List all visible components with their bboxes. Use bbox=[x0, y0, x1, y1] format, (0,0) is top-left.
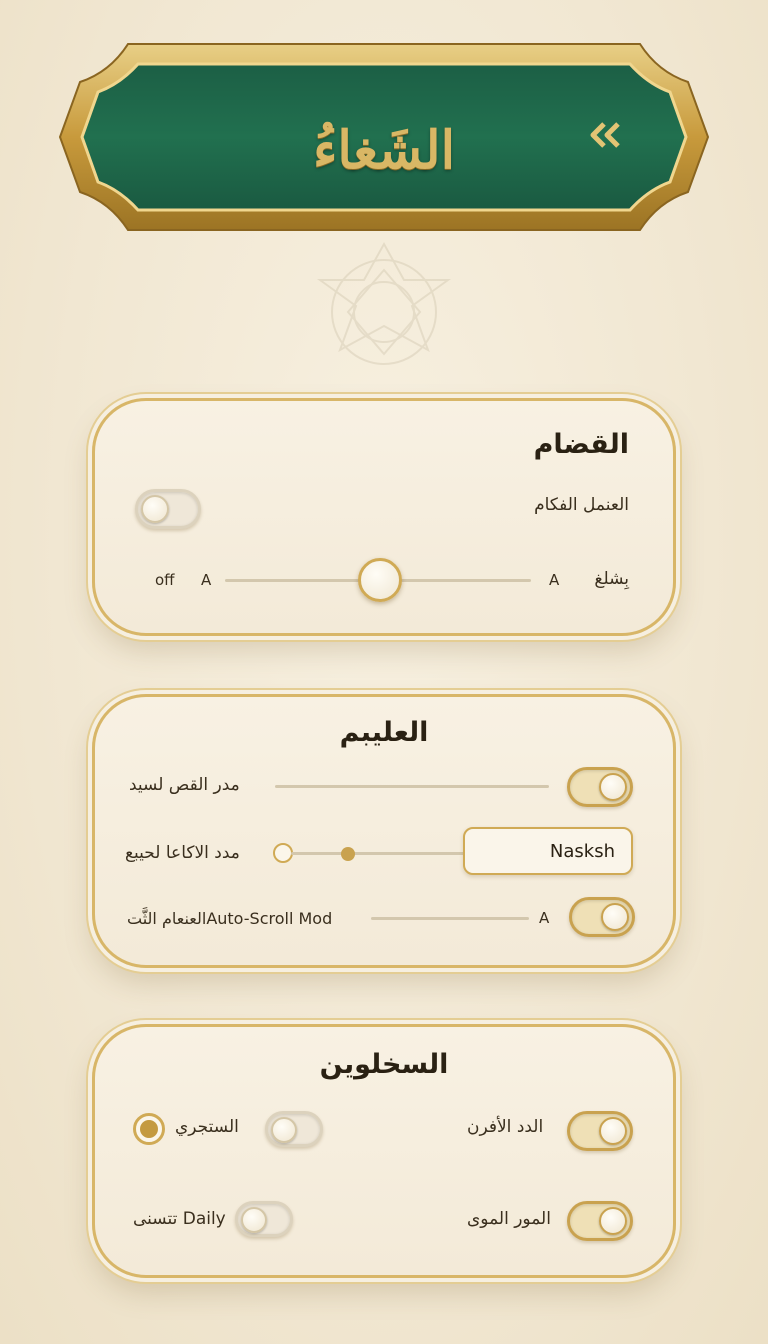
card-title: العليبم bbox=[339, 717, 429, 748]
toggle-knob bbox=[599, 1207, 627, 1235]
card-title: السخلوين bbox=[319, 1049, 449, 1080]
toggle-knob bbox=[271, 1117, 297, 1143]
row1-divider bbox=[275, 785, 549, 788]
card-display: القضام العنمل الفكام off A A بِشلغ bbox=[92, 398, 676, 636]
card-notifications: السخلوين الستجري الدد الأفرن تتسنى Daily… bbox=[92, 1024, 676, 1278]
toggle-knob bbox=[599, 1117, 627, 1145]
slider-right-label: بِشلغ bbox=[594, 569, 629, 589]
row2-left-label: تتسنى Daily bbox=[133, 1209, 226, 1229]
double-chevron-left-icon[interactable] bbox=[588, 120, 632, 164]
toggle-label: العنمل الفكام bbox=[534, 495, 629, 515]
header-banner: الشَغاءُ bbox=[58, 42, 710, 232]
font-size-dot bbox=[341, 847, 355, 861]
toggle-knob bbox=[141, 495, 169, 523]
row1-radio[interactable] bbox=[133, 1113, 165, 1145]
row2-right-label: المور الموى bbox=[467, 1209, 551, 1229]
ornament-watermark bbox=[312, 240, 456, 390]
row1-left-toggle[interactable] bbox=[265, 1111, 323, 1147]
slider-off-label: off bbox=[155, 571, 175, 589]
row1-label: مدر القص لسيد bbox=[129, 775, 240, 795]
row1-left-label: الستجري bbox=[175, 1117, 239, 1137]
slider-thumb[interactable] bbox=[358, 558, 402, 602]
slider-min-a: A bbox=[201, 571, 212, 589]
toggle-knob bbox=[601, 903, 629, 931]
toggle-knob bbox=[599, 773, 627, 801]
font-size-track[interactable] bbox=[291, 852, 465, 855]
font-size-thumb[interactable] bbox=[273, 843, 293, 863]
card-reading: العليبم مدر القص لسيد مدد الاكاعا لحيبع … bbox=[92, 694, 676, 968]
font-select[interactable]: Nasksh bbox=[463, 827, 633, 875]
display-toggle[interactable] bbox=[135, 489, 201, 529]
row1-toggle[interactable] bbox=[567, 767, 633, 807]
row3-track[interactable] bbox=[371, 917, 529, 920]
row2-left-toggle[interactable] bbox=[235, 1201, 293, 1237]
row2-right-toggle[interactable] bbox=[567, 1201, 633, 1241]
card-title: القضام bbox=[533, 429, 629, 460]
slider-max-a: A bbox=[549, 571, 560, 589]
row2-label: مدد الاكاعا لحيبع bbox=[125, 843, 240, 863]
row1-right-toggle[interactable] bbox=[567, 1111, 633, 1151]
radio-dot bbox=[140, 1120, 158, 1138]
auto-scroll-toggle[interactable] bbox=[569, 897, 635, 937]
row3-label: العنعام الثَّتAuto-Scroll Mod bbox=[127, 909, 333, 928]
row1-right-label: الدد الأفرن bbox=[467, 1117, 544, 1137]
row3-a: A bbox=[539, 909, 550, 927]
toggle-knob bbox=[241, 1207, 267, 1233]
